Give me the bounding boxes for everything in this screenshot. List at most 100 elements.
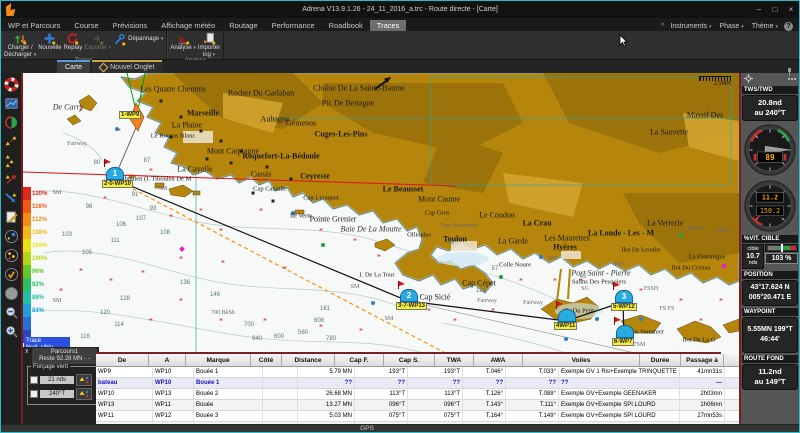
column-header-marque[interactable]: Marque xyxy=(186,354,251,366)
table-row[interactable]: WP10WP13Bouée 226.68 MN113°T113°TT.126°T… xyxy=(96,389,739,400)
table-row[interactable]: WP13WP11Bouée13.27 MN096°T096°TT.143°T.1… xyxy=(96,400,739,411)
compass-blue-icon[interactable] xyxy=(2,228,20,244)
table-row[interactable]: WP12WP7Bouée3.21 MN176°T176°TT.064°T.046… xyxy=(96,422,739,424)
exporter-button: Exporter ▾ xyxy=(84,32,111,52)
table-cell: Exemple GV 1 Ris+Exemple TRINQUETTE xyxy=(559,422,680,424)
close-button[interactable]: × xyxy=(783,5,799,14)
column-header-passage[interactable]: Passage à xyxy=(681,354,724,366)
nouvelle-button[interactable]: Nouvelle xyxy=(38,32,61,52)
ribbon-tab-wp-et-parcours[interactable]: WP et Parcours xyxy=(1,20,67,31)
waypoint-dome[interactable]: 2 xyxy=(400,289,418,302)
chart-symbol: * xyxy=(353,237,357,246)
maximize-button[interactable]: □ xyxy=(767,5,783,14)
ribbon-tab-routage[interactable]: Routage xyxy=(222,20,264,31)
table-cell: 5.79 MN xyxy=(298,367,355,377)
menu-phase[interactable]: Phase ▾ xyxy=(719,23,743,30)
help-button[interactable]: ? xyxy=(784,22,793,31)
waypoint-marker[interactable]: 6-WP7 xyxy=(616,325,634,338)
waypoint-marker[interactable]: 12-0-WP10 xyxy=(106,167,124,180)
pin-icon[interactable] xyxy=(786,63,793,81)
chart-symbol: * xyxy=(79,267,83,276)
vit-cible-percent: 103 % xyxy=(765,253,798,264)
wind-dir-picker-button[interactable] xyxy=(76,388,92,400)
ribbon-tab-pr-visions[interactable]: Prévisions xyxy=(106,20,155,31)
map-canvas[interactable]: ********************************** De Ca… xyxy=(23,73,739,424)
column-header-distance[interactable]: Distance xyxy=(282,354,335,366)
parcours-close-button[interactable]: x xyxy=(25,348,29,355)
waypoint-marker[interactable]: 23-7-WP13 xyxy=(400,289,418,302)
zoom-in-icon[interactable] xyxy=(2,323,20,339)
map-label: 560 xyxy=(298,330,308,336)
depannage-button[interactable]: Dépannage ▾ xyxy=(113,33,163,46)
column-header-dure[interactable]: Durée xyxy=(640,354,681,366)
chart-symbol xyxy=(200,130,203,133)
wind-speed-field[interactable]: 21 nds xyxy=(40,376,74,384)
map-label: 91 xyxy=(132,192,139,198)
column-header-de[interactable]: De xyxy=(96,354,149,366)
column-header-ct[interactable]: Côté xyxy=(251,354,282,366)
table-cell: T.164° xyxy=(463,411,506,421)
table-row[interactable]: bateauWP10Bouée 1????????????— xyxy=(96,378,739,389)
bearing-icon[interactable] xyxy=(2,190,20,206)
column-header-a[interactable]: A xyxy=(149,354,186,366)
ribbon-tab-performance[interactable]: Performance xyxy=(265,20,322,31)
marks-icon[interactable] xyxy=(2,152,20,168)
menu-thème[interactable]: Thème ▾ xyxy=(752,23,778,30)
chart-symbol: * xyxy=(221,259,225,268)
wind-dir-field[interactable]: 240°T xyxy=(40,390,74,398)
table-row[interactable]: WP9WP10Bouée 15.79 MN193°T193°TT.046°T.0… xyxy=(96,367,739,378)
ribbon-tab-traces[interactable]: Traces xyxy=(370,20,407,31)
ribbon-tab-course[interactable]: Course xyxy=(67,20,105,31)
column-header-awa[interactable]: AWA xyxy=(474,354,523,366)
compass-marks-icon[interactable] xyxy=(2,247,20,263)
zoom-out-icon[interactable] xyxy=(2,304,20,320)
replay-button[interactable]: Replay xyxy=(64,32,83,52)
waypoint-dome[interactable]: 3 xyxy=(615,290,633,303)
table-cell: Bouée 2 xyxy=(194,389,263,399)
gear-icon[interactable] xyxy=(744,74,753,83)
map-label: Pointe Grenier xyxy=(310,215,357,224)
map-label: Marseille xyxy=(187,109,219,118)
parcours-header: Parcours1 Reste 92.28 MN - - xyxy=(32,348,97,364)
disabled-circle-icon[interactable] xyxy=(2,285,20,301)
waypoint-dome[interactable]: 1 xyxy=(106,167,124,180)
importer-button[interactable]: Importerlog ▾ xyxy=(198,32,220,58)
table-cell: ?? xyxy=(298,378,355,388)
collapse-ribbon-icon[interactable]: ^ xyxy=(661,23,664,30)
menu-instruments[interactable]: Instruments ▾ xyxy=(670,23,711,30)
ribbon-tab-roadbook[interactable]: Roadbook xyxy=(322,20,370,31)
table-cell: T.143° xyxy=(463,400,506,410)
wind-speed-checkbox[interactable] xyxy=(30,376,38,384)
charger-button[interactable]: Charger /Décharger ▾ xyxy=(4,32,36,58)
chart-icon[interactable] xyxy=(2,95,20,111)
analyse-button[interactable]: Analyse ▾ xyxy=(170,32,196,52)
waypoint-dome[interactable] xyxy=(558,309,576,322)
polar-icon[interactable] xyxy=(2,114,20,130)
edit-route-icon[interactable] xyxy=(2,209,20,225)
waypoint-dome[interactable] xyxy=(616,325,634,338)
column-header-capf[interactable]: Cap F. xyxy=(335,354,384,366)
route-legs-table[interactable]: DeAMarqueCôtéDistanceCap F.Cap S.TWAAWAV… xyxy=(96,352,721,424)
route-marks-icon[interactable] xyxy=(2,133,20,149)
tws-twd-value: 20.8nd au 240°T xyxy=(742,95,798,121)
chart-symbol: * xyxy=(179,297,183,306)
wind-dir-checkbox[interactable] xyxy=(30,390,38,398)
table-cell: 193°T xyxy=(408,367,463,377)
scale-row: 104% xyxy=(23,239,63,252)
ribbon-tab-affichage-m-t-o[interactable]: Affichage météo xyxy=(154,20,222,31)
mark-arrow-icon[interactable] xyxy=(2,171,20,187)
wind-speed-picker-button[interactable] xyxy=(76,374,92,386)
chart-symbol: * xyxy=(427,307,431,316)
doc-tab-carte[interactable]: Carte xyxy=(57,60,90,73)
table-row[interactable]: WP11WP12Bouée 35.03 MN075°T075°TT.164°T.… xyxy=(96,411,739,422)
waypoint-marker[interactable]: 4WP11 xyxy=(558,309,576,322)
minimize-button[interactable]: – xyxy=(751,5,767,14)
map-label: Gémenos xyxy=(286,119,316,128)
doc-tab-nouvel-onglet[interactable]: Nouvel Onglet xyxy=(92,60,162,73)
compass-check-icon[interactable] xyxy=(2,266,20,282)
waypoint-marker[interactable]: 35-WP12 xyxy=(615,290,633,303)
column-header-twa[interactable]: TWA xyxy=(435,354,474,366)
column-header-voiles[interactable]: Voiles xyxy=(523,354,640,366)
column-header-caps[interactable]: Cap S. xyxy=(384,354,435,366)
mob-lifebuoy-icon[interactable] xyxy=(2,76,20,92)
